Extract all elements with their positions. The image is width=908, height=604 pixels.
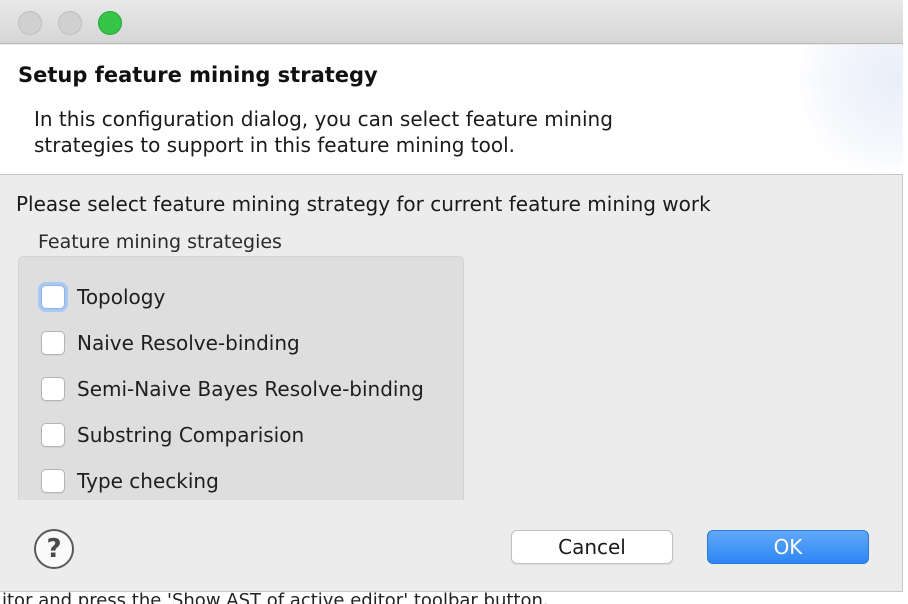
strategies-group: Topology Naive Resolve-binding Semi-Naiv… — [18, 256, 464, 500]
cancel-button[interactable]: Cancel — [511, 530, 673, 564]
topology-checkbox[interactable] — [41, 285, 65, 309]
option-label: Naive Resolve-binding — [77, 331, 300, 355]
option-type-checking[interactable]: Type checking — [41, 466, 219, 496]
substring-comparision-checkbox[interactable] — [41, 423, 65, 447]
dialog-header: Setup feature mining strategy In this co… — [0, 45, 903, 175]
ok-button[interactable]: OK — [707, 530, 869, 564]
option-substring-comparision[interactable]: Substring Comparision — [41, 420, 304, 450]
header-decoration — [783, 45, 903, 174]
naive-resolve-binding-checkbox[interactable] — [41, 331, 65, 355]
dialog-title: Setup feature mining strategy — [18, 63, 378, 87]
option-label: Substring Comparision — [77, 423, 305, 447]
background-editor-text: itor and press the 'Show AST of active e… — [2, 590, 549, 604]
minimize-window-button[interactable] — [58, 11, 82, 35]
setup-dialog: Setup feature mining strategy In this co… — [0, 0, 903, 592]
strategies-group-label: Feature mining strategies — [38, 231, 282, 253]
title-bar — [0, 0, 903, 44]
option-label: Type checking — [77, 469, 219, 493]
option-label: Topology — [77, 285, 166, 309]
dialog-description-line: In this configuration dialog, you can se… — [34, 107, 613, 131]
zoom-window-button[interactable] — [98, 11, 122, 35]
option-naive-resolve-binding[interactable]: Naive Resolve-binding — [41, 328, 300, 358]
close-window-button[interactable] — [18, 11, 42, 35]
background-editor: itor and press the 'Show AST of active e… — [0, 590, 908, 604]
type-checking-checkbox[interactable] — [41, 469, 65, 493]
option-label: Semi-Naive Bayes Resolve-binding — [77, 377, 424, 401]
option-semi-naive-bayes-resolve-binding[interactable]: Semi-Naive Bayes Resolve-binding — [41, 374, 424, 404]
dialog-description-line: strategies to support in this feature mi… — [34, 133, 516, 157]
help-icon[interactable]: ? — [34, 529, 74, 569]
semi-naive-bayes-checkbox[interactable] — [41, 377, 65, 401]
dialog-description: In this configuration dialog, you can se… — [34, 106, 674, 158]
option-topology[interactable]: Topology — [41, 282, 165, 312]
selection-prompt: Please select feature mining strategy fo… — [16, 192, 711, 216]
